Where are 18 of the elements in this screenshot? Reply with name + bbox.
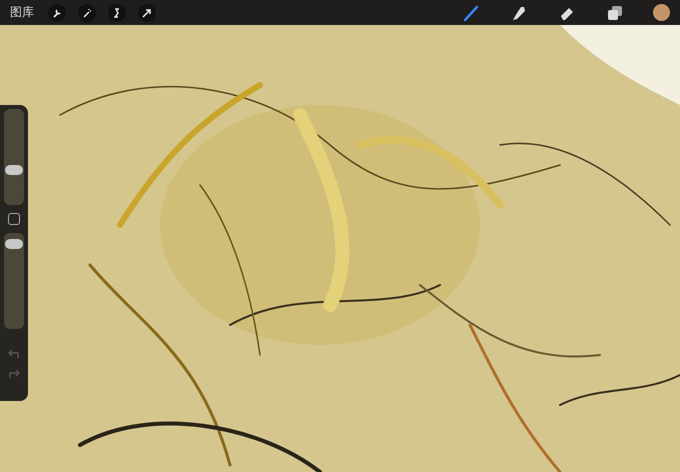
gallery-link[interactable]: 图库 <box>10 4 34 21</box>
slider-thumb[interactable] <box>5 164 23 175</box>
layers-icon <box>606 4 624 22</box>
redo-icon <box>8 369 20 379</box>
eyedropper-button[interactable] <box>8 213 20 225</box>
slider-thumb[interactable] <box>5 239 23 250</box>
tool-button[interactable] <box>78 4 96 22</box>
tool-button[interactable] <box>48 4 66 22</box>
wand-icon <box>82 8 92 18</box>
tool-button[interactable] <box>138 4 156 22</box>
slider-track[interactable] <box>4 233 24 329</box>
brush-icon <box>462 4 480 22</box>
undo-icon <box>8 349 20 359</box>
arrow-icon <box>142 8 152 18</box>
wrench-icon <box>52 8 62 18</box>
slider-track[interactable] <box>4 109 24 205</box>
tool-button[interactable] <box>108 4 126 22</box>
color-swatch[interactable] <box>653 4 670 21</box>
